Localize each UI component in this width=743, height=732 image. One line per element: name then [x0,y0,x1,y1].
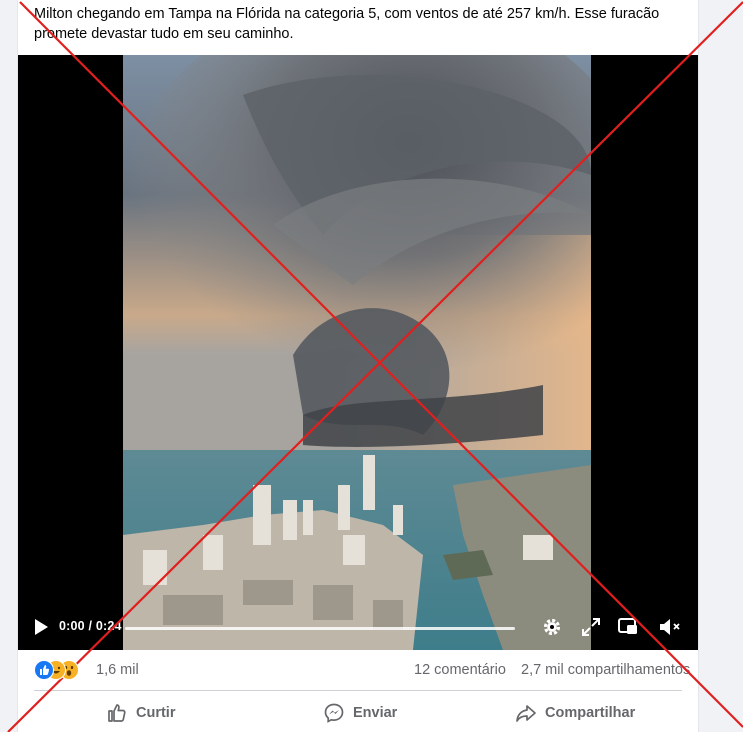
video-player[interactable]: 0:00 / 0:24 [18,55,698,650]
send-button[interactable]: Enviar [323,698,397,728]
thumbs-up-icon [108,704,126,722]
play-icon[interactable] [32,617,50,637]
reaction-icons[interactable] [34,660,94,680]
hurricane-scene-image [123,55,591,650]
share-arrow-icon [516,705,536,722]
share-label: Compartilhar [545,705,636,721]
video-frame[interactable] [123,55,591,650]
post-actions: Curtir Enviar Compartilhar [34,698,682,728]
comment-count[interactable]: 12 comentário [414,662,506,678]
send-label: Enviar [353,705,398,721]
reactions-bar: 1,6 mil 12 comentário 2,7 mil compartilh… [34,660,690,682]
video-progress-bar[interactable] [125,627,515,630]
share-count[interactable]: 2,7 mil compartilhamentos [521,662,690,678]
messenger-icon [324,703,344,723]
video-time: 0:00 / 0:24 [59,619,122,633]
video-controls: 0:00 / 0:24 [18,605,698,650]
like-icon [34,660,54,680]
gear-icon[interactable] [541,616,563,638]
post-caption: Milton chegando em Tampa na Flórida na c… [34,6,660,42]
volume-muted-icon[interactable] [658,616,682,638]
like-button[interactable]: Curtir [106,698,175,728]
facebook-post: Milton chegando em Tampa na Flórida na c… [17,0,699,732]
like-label: Curtir [136,705,176,721]
fullscreen-icon[interactable] [581,617,601,637]
divider [34,690,682,691]
share-button[interactable]: Compartilhar [515,698,635,728]
reaction-count[interactable]: 1,6 mil [96,662,139,678]
picture-in-picture-icon[interactable] [617,616,639,638]
